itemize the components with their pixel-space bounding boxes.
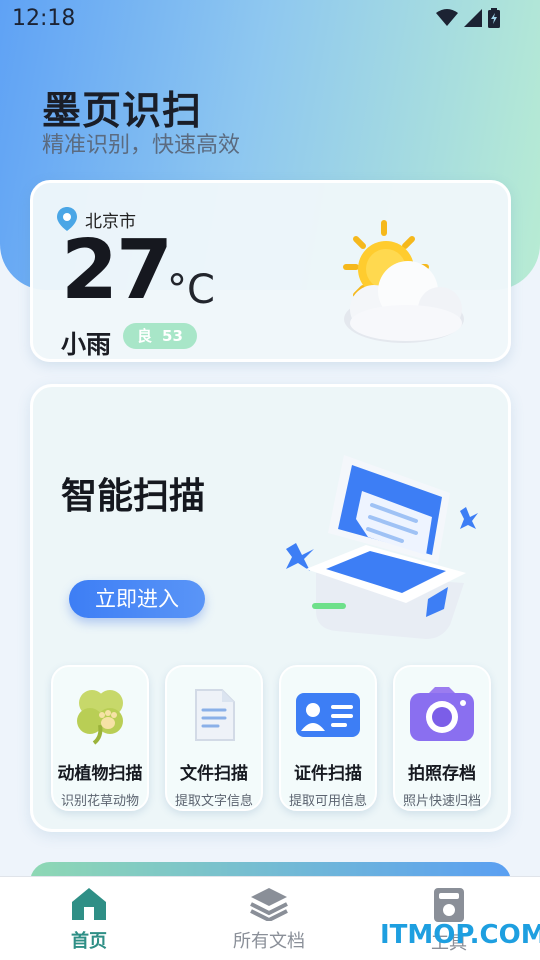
feature-plant-animal-scan[interactable]: 动植物扫描 识别花草动物 — [51, 665, 149, 811]
scanner-icon — [286, 455, 478, 639]
feature-photo-archive[interactable]: 拍照存档 照片快速归档 — [393, 665, 491, 811]
clover-paw-icon — [67, 683, 133, 747]
smart-scan-title: 智能扫描 — [61, 476, 206, 517]
feature-label: 拍照存档 — [408, 764, 476, 784]
enter-now-button[interactable]: 立即进入 — [69, 580, 205, 618]
app-subtitle: 精准识别，快速高效 — [42, 133, 241, 158]
status-bar: 12:18 — [0, 0, 540, 38]
feature-desc: 识别花草动物 — [60, 794, 139, 809]
tool-icon — [434, 888, 464, 922]
feature-desc: 照片快速归档 — [402, 794, 481, 809]
aqi-value: 53 — [162, 327, 183, 345]
id-card-icon — [295, 683, 361, 747]
aqi-badge: 良 53 — [123, 323, 197, 349]
sun-cloud-icon — [343, 220, 464, 343]
wifi-icon — [436, 9, 458, 26]
layers-icon — [250, 888, 288, 921]
camera-icon — [409, 683, 475, 747]
temperature-unit: °C — [167, 267, 215, 313]
feature-list: 动植物扫描 识别花草动物 文件扫描 提取文字信息 证件扫描 提取可用信息 拍照存… — [51, 665, 491, 811]
smart-scan-card[interactable]: 智能扫描 立即进入 动植物扫描 识别花草动物 文件扫描 提取文字信息 证件扫描 … — [30, 384, 511, 832]
document-icon — [181, 683, 247, 747]
watermark: ITMOP.COM — [380, 920, 540, 950]
nav-label: 首页 — [71, 931, 107, 952]
battery-icon — [488, 8, 500, 28]
nav-label: 所有文档 — [233, 931, 305, 952]
aqi-level: 良 — [137, 327, 153, 345]
nav-home[interactable]: 首页 — [24, 887, 154, 953]
feature-label: 动植物扫描 — [57, 764, 143, 784]
nav-all-documents[interactable]: 所有文档 — [204, 887, 334, 953]
feature-file-scan[interactable]: 文件扫描 提取文字信息 — [165, 665, 263, 811]
temperature: 27 — [61, 223, 173, 318]
feature-desc: 提取文字信息 — [174, 794, 253, 809]
system-icons — [436, 8, 500, 28]
home-icon — [72, 888, 106, 920]
feature-desc: 提取可用信息 — [288, 794, 367, 809]
status-time: 12:18 — [12, 6, 76, 31]
feature-label: 证件扫描 — [294, 764, 362, 784]
feature-label: 文件扫描 — [180, 764, 248, 784]
weather-condition: 小雨 — [61, 330, 112, 359]
weather-card[interactable]: 北京市 27 °C 小雨 良 53 — [30, 180, 511, 362]
signal-icon — [464, 9, 482, 27]
feature-id-scan[interactable]: 证件扫描 提取可用信息 — [279, 665, 377, 811]
enter-now-label: 立即进入 — [95, 587, 179, 611]
